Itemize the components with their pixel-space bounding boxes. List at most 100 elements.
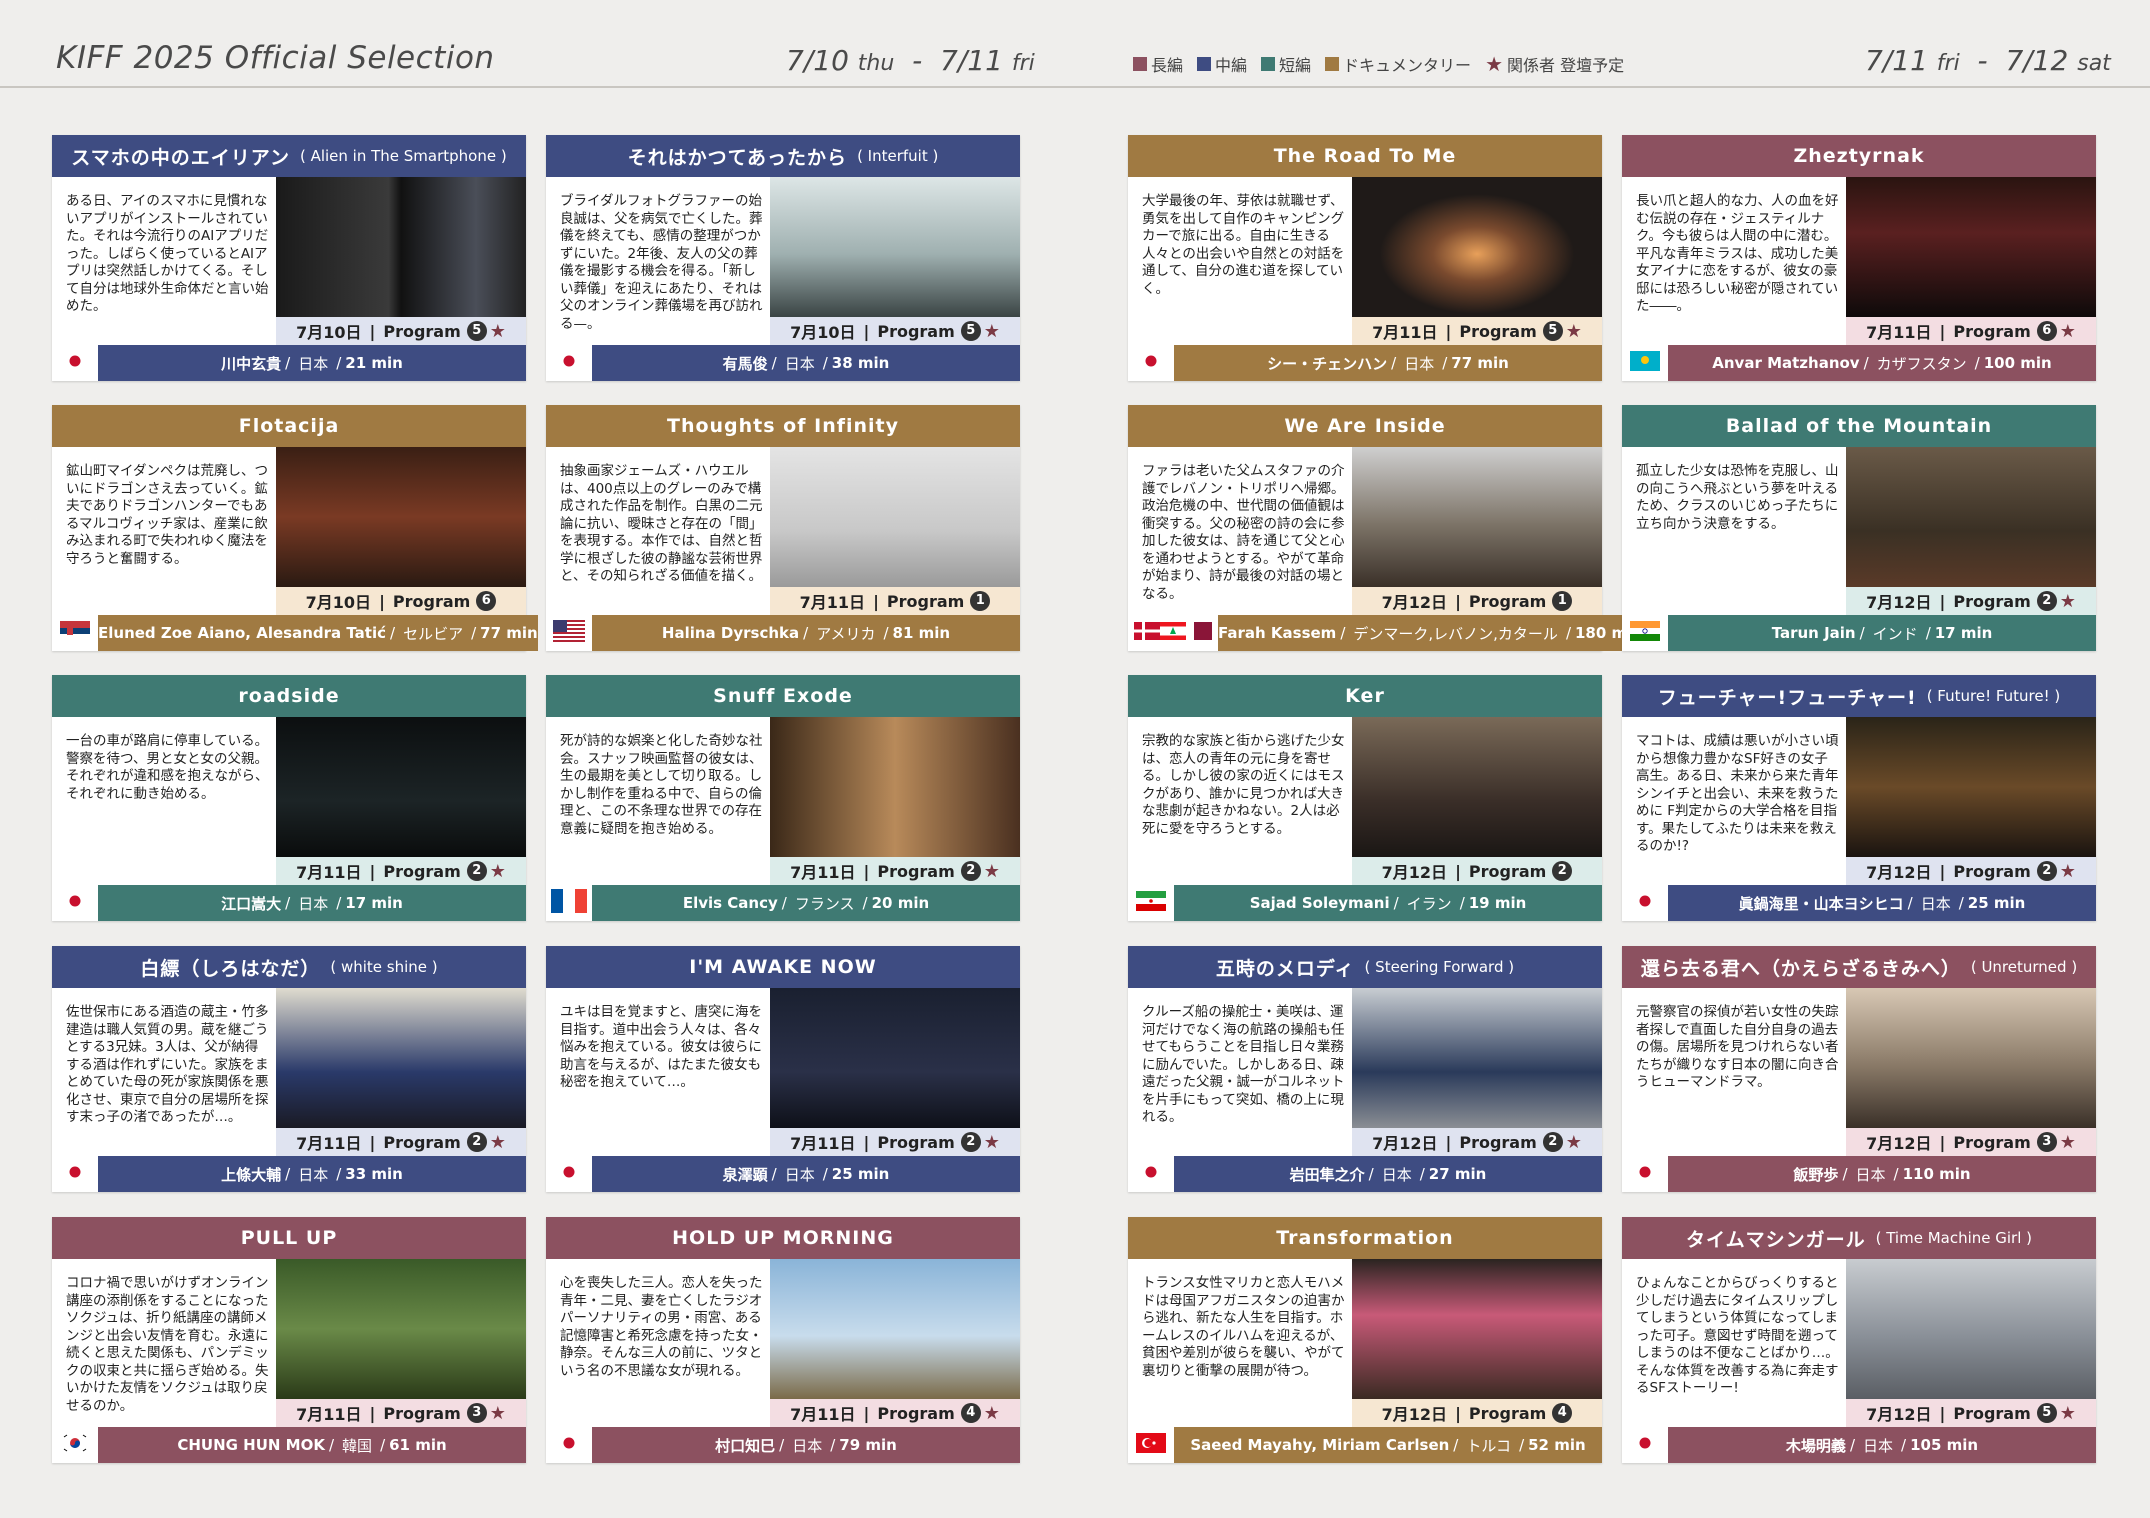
runtime: 33 min: [345, 1165, 403, 1183]
separator: |: [379, 591, 385, 611]
legend-label: ドキュメンタリー: [1343, 56, 1472, 75]
runtime: 27 min: [1428, 1165, 1487, 1183]
program-number-badge: 1: [1552, 591, 1573, 611]
country-name: 日本: [1855, 1165, 1886, 1184]
film-synopsis: トランス女性マリカと恋人モハメドは母国アフガニスタンの迫害から逃れ、新たな人生を…: [1142, 1275, 1345, 1379]
separator: |: [863, 1403, 870, 1423]
credit-separator: /: [1925, 624, 1931, 642]
film-card[interactable]: Zheztyrnak 長い爪と超人的な力、人の血を好む伝説の存在・ジェスティルナ…: [1622, 135, 2096, 381]
program-number-badge: 4: [960, 1403, 981, 1423]
film-card[interactable]: Ker 宗教的な家族と街から逃げた少女は、恋人の青年の元に身を寄せる。しかし彼の…: [1128, 675, 1602, 921]
program-label: Program: [877, 1403, 955, 1423]
film-credits: CHUNG HUN MOK / 韓国 / 61 min: [52, 1427, 526, 1463]
country-name: 日本: [298, 1165, 329, 1184]
country-name: 韓国: [342, 1436, 373, 1455]
country-name: 日本: [298, 354, 329, 373]
film-title: それはかつてあったから: [627, 146, 848, 169]
film-card[interactable]: The Road To Me 大学最後の年、芽依は就職せず、勇気を出して自作のキ…: [1128, 135, 1602, 381]
separator: |: [369, 321, 376, 341]
film-still-image: [1846, 1259, 2096, 1399]
film-card[interactable]: スマホの中のエイリアン ( Alien in The Smartphone ) …: [52, 135, 526, 381]
film-still-image: [276, 988, 526, 1128]
film-synopsis: ひょんなことからびっくりすると少しだけ過去にタイムスリップしてしまうという体質に…: [1636, 1275, 1839, 1396]
country-name: トルコ: [1466, 1436, 1512, 1455]
japan-flag-icon: [556, 1434, 582, 1456]
japan-flag-icon: [62, 892, 88, 914]
credit-separator: /: [1974, 354, 1980, 372]
film-title-bar: タイムマシンガール ( Time Machine Girl ): [1622, 1217, 2096, 1259]
director-name: CHUNG HUN MOK: [177, 1436, 325, 1454]
film-card[interactable]: 五時のメロディ ( Steering Forward ) クルーズ船の操舵士・美…: [1128, 946, 1602, 1192]
film-synopsis: ファラは老いた父ムスタファの介護でレバノン・トリポリへ帰郷。政治危機の中、世代間…: [1142, 463, 1345, 602]
director-name: Anvar Matzhanov: [1712, 354, 1860, 372]
director-name: 眞鍋海里・山本ヨシヒコ: [1738, 894, 1904, 913]
film-card[interactable]: Transformation トランス女性マリカと恋人モハメドは母国アフガニスタ…: [1128, 1217, 1602, 1463]
film-title: フューチャー!フューチャー!: [1657, 686, 1917, 709]
lebanon-flag-icon: [1160, 622, 1186, 644]
star-icon: ★: [983, 320, 1000, 342]
film-credits: Sajad Soleymani / イラン / 19 min: [1128, 885, 1602, 921]
film-credits: 木場明義 / 日本 / 105 min: [1622, 1427, 2096, 1463]
film-still-image: [770, 447, 1020, 587]
country-flags: [52, 615, 98, 651]
film-card[interactable]: roadside 一台の車が路肩に停車している。警察を待つ、男と女と女の父親。そ…: [52, 675, 526, 921]
film-title-en: ( Time Machine Girl ): [1875, 1229, 2033, 1247]
screening-info: 7月11日 | Program 1: [770, 587, 1020, 615]
country-name: 日本: [1863, 1436, 1894, 1455]
film-card[interactable]: 還ら去る君へ（かえらざるきみへ） ( Unreturned ) 元警察官の探偵が…: [1622, 946, 2096, 1192]
film-credits: 眞鍋海里・山本ヨシヒコ / 日本 / 25 min: [1622, 885, 2096, 921]
legend-documentary: ドキュメンタリー: [1325, 52, 1471, 76]
film-synopsis: マコトは、成績は悪いが小さい頃から想像力豊かなSF好きの女子高生。ある日、未来か…: [1636, 733, 1839, 854]
screening-date: 7月11日: [1866, 323, 1932, 342]
country-flags: [52, 345, 98, 381]
film-still-image: [1352, 1259, 1602, 1399]
film-card[interactable]: HOLD UP MORNING 心を喪失した三人。恋人を失った青年・二見、妻を亡…: [546, 1217, 1020, 1463]
screening-date: 7月11日: [296, 1405, 362, 1424]
program-number-badge: 5: [960, 321, 981, 341]
film-card[interactable]: I'M AWAKE NOW ユキは目を覚ますと、唐突に海を目指す。道中出会う人々…: [546, 946, 1020, 1192]
film-credits: Saeed Mayahy, Miriam Carlsen / トルコ / 52 …: [1128, 1427, 1602, 1463]
program-label: Program: [383, 321, 461, 341]
film-card[interactable]: 白縹（しろはなだ） ( white shine ) 佐世保市にある酒造の蔵主・竹…: [52, 946, 526, 1192]
country-flags: [1622, 615, 1668, 651]
credit-separator: /: [285, 1165, 291, 1183]
film-card[interactable]: タイムマシンガール ( Time Machine Girl ) ひょんなことから…: [1622, 1217, 2096, 1463]
director-name: 川中玄貴: [221, 354, 282, 373]
credit-separator: /: [285, 894, 291, 912]
film-card[interactable]: We Are Inside ファラは老いた父ムスタファの介護でレバノン・トリポリ…: [1128, 405, 1643, 651]
film-card[interactable]: Ballad of the Mountain 孤立した少女は恐怖を克服し、山の向…: [1622, 405, 2096, 651]
film-card[interactable]: PULL UP コロナ禍で思いがけずオンライン講座の添削係をすることになったソク…: [52, 1217, 526, 1463]
credit-line: Farah Kassem / デンマーク,レバノン,カタール / 180 min: [1218, 615, 1643, 651]
director-name: Sajad Soleymani: [1249, 894, 1390, 912]
credit-separator: /: [822, 1165, 828, 1183]
film-credits: Farah Kassem / デンマーク,レバノン,カタール / 180 min: [1128, 615, 1643, 651]
director-name: 有馬俊: [722, 354, 768, 373]
separator: |: [1445, 321, 1452, 341]
star-icon: ★: [489, 1131, 506, 1153]
film-title: スマホの中のエイリアン: [71, 146, 290, 169]
film-card[interactable]: Flotacija 鉱山町マイダンペクは荒廃し、ついにドラゴンさえ去っていく。鉱…: [52, 405, 538, 651]
star-icon: ★: [2059, 1131, 2076, 1153]
film-synopsis: コロナ禍で思いがけずオンライン講座の添削係をすることになったソクジュは、折り紙講…: [66, 1275, 269, 1414]
credit-separator: /: [779, 1436, 785, 1454]
credit-separator: /: [1459, 894, 1465, 912]
credit-separator: /: [771, 1165, 777, 1183]
screening-info: 7月11日 | Program 2 ★: [770, 857, 1020, 885]
film-credits: 上條大輔 / 日本 / 33 min: [52, 1156, 526, 1192]
film-card[interactable]: フューチャー!フューチャー! ( Future! Future! ) マコトは、…: [1622, 675, 2096, 921]
film-title: Ballad of the Mountain: [1725, 415, 1993, 437]
credit-separator: /: [1519, 1436, 1525, 1454]
film-card[interactable]: Snuff Exode 死が詩的な娯楽と化した奇妙な社会。スナッフ映画監督の彼女…: [546, 675, 1020, 921]
left-from-day: thu: [857, 51, 895, 76]
film-title: PULL UP: [240, 1227, 338, 1249]
film-title-bar: Snuff Exode: [546, 675, 1020, 717]
star-icon: ★: [983, 1402, 1000, 1424]
film-card[interactable]: Thoughts of Infinity 抽象画家ジェームズ・ハウエルは、400…: [546, 405, 1020, 651]
film-title-en: ( Interfuit ): [857, 147, 939, 165]
credit-line: 川中玄貴 / 日本 / 21 min: [98, 345, 526, 381]
film-title: HOLD UP MORNING: [672, 1227, 894, 1249]
screening-date: 7月12日: [1372, 1134, 1438, 1153]
program-number-badge: 2: [1542, 1132, 1563, 1152]
japan-flag-icon: [556, 1163, 582, 1185]
film-card[interactable]: それはかつてあったから ( Interfuit ) ブライダルフォトグラファーの…: [546, 135, 1020, 381]
